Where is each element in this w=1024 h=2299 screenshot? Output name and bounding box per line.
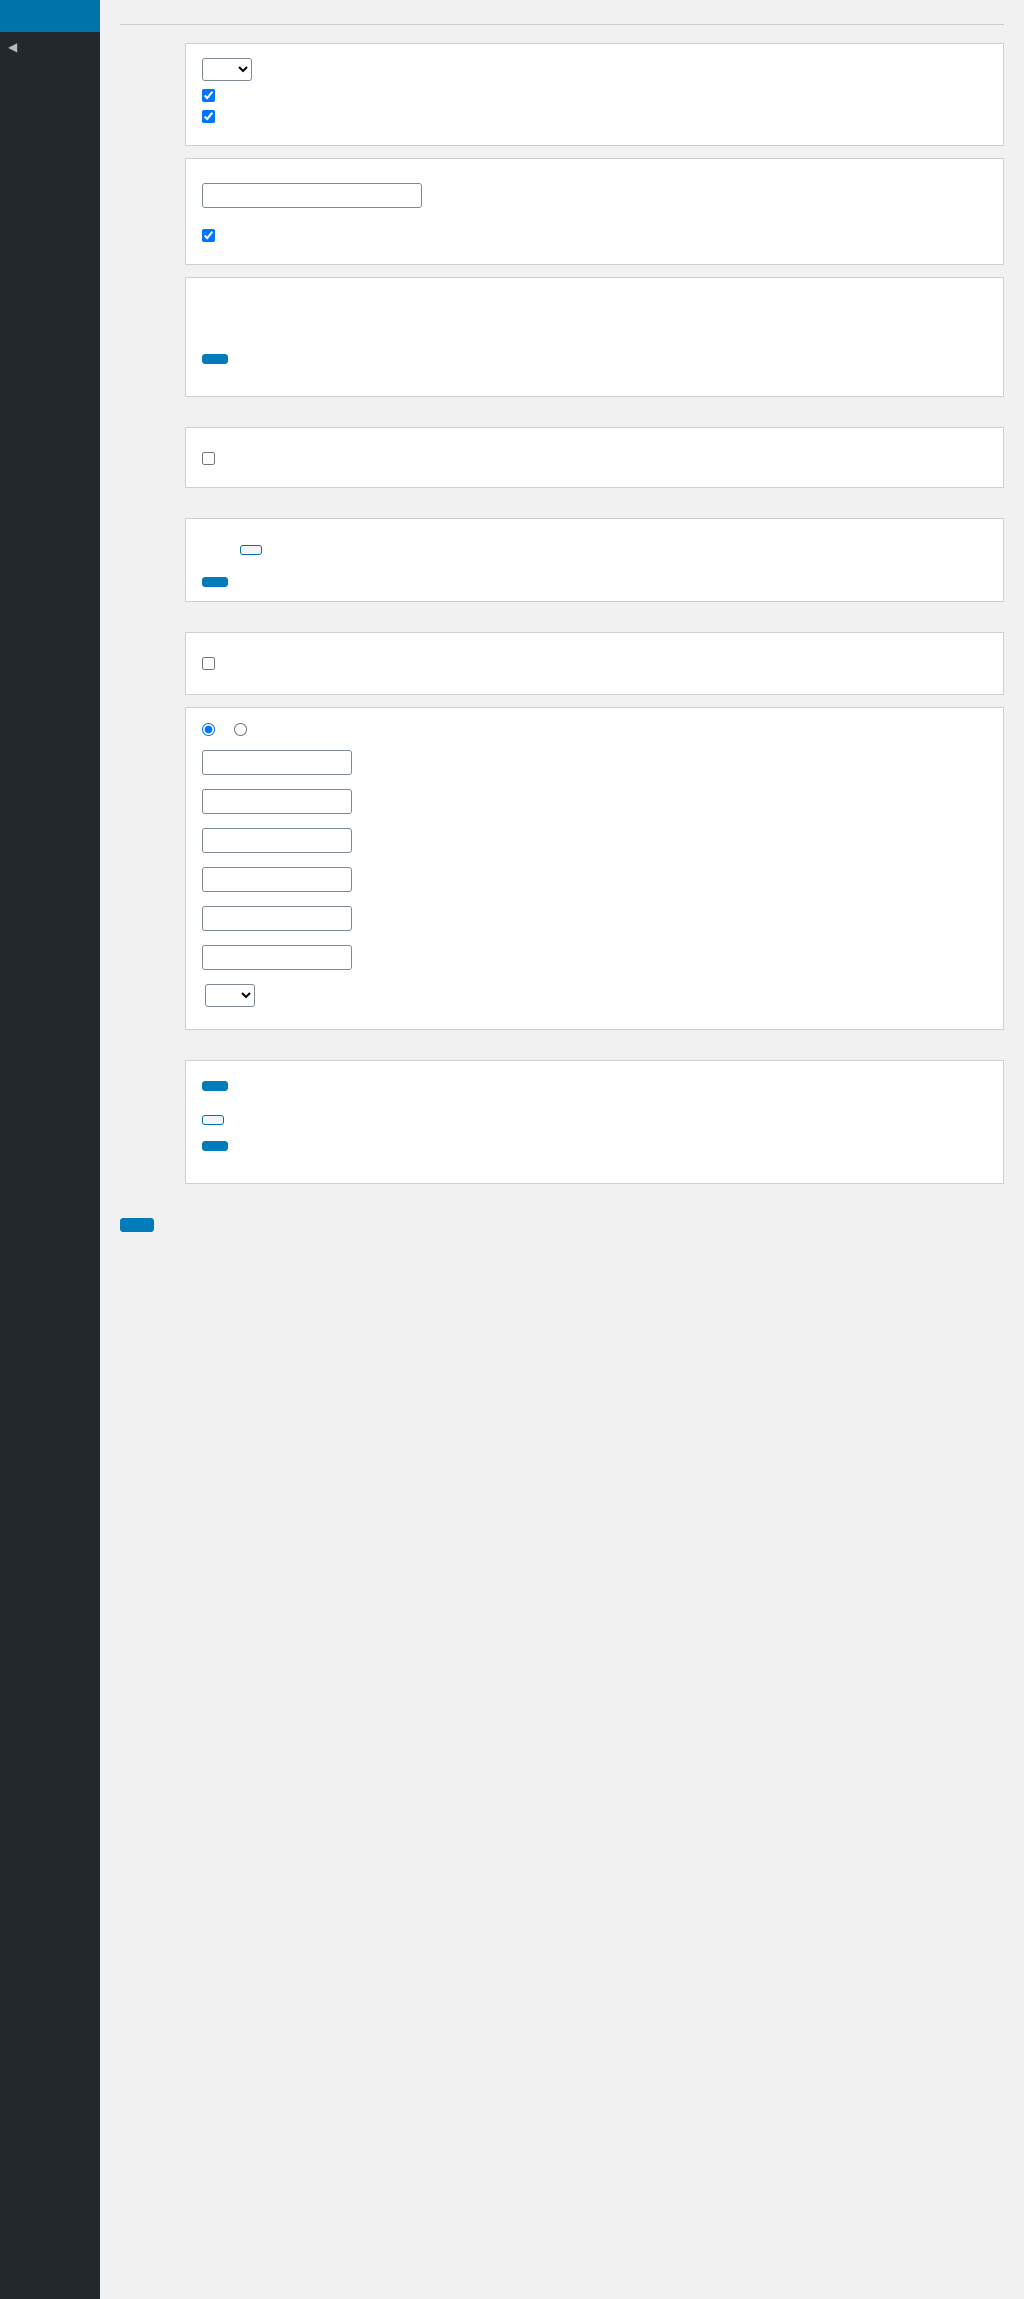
calc-size-button[interactable] <box>240 545 262 555</box>
main-content <box>100 0 1024 2299</box>
radio-no-compress[interactable] <box>202 723 215 736</box>
restore-mem-input[interactable] <box>202 906 352 931</box>
section-label-email <box>120 427 185 500</box>
panel-backup-folder <box>185 158 1004 265</box>
section-label-cleanup <box>120 518 185 614</box>
empty-button[interactable] <box>202 577 228 587</box>
panel-email <box>185 427 1004 488</box>
page-title <box>120 0 1004 24</box>
radio-compress[interactable] <box>234 723 247 736</box>
panel-cleanup <box>185 518 1004 602</box>
chunk-input[interactable] <box>202 945 352 970</box>
backup-folder-input[interactable] <box>202 183 422 208</box>
collapse-menu[interactable]: ◀ <box>0 32 100 62</box>
cb-enable-opt[interactable] <box>202 657 215 670</box>
backup-mem-input[interactable] <box>202 867 352 892</box>
cb-domain-in-name[interactable] <box>202 229 215 242</box>
section-cleanup <box>120 518 1004 614</box>
cb-calc-size[interactable] <box>202 89 215 102</box>
section-advanced <box>120 632 1004 1042</box>
panel-advanced-opt <box>185 632 1004 695</box>
exclude-input[interactable] <box>202 789 352 814</box>
retry-select[interactable] <box>205 984 255 1007</box>
section-import-export <box>120 1060 1004 1196</box>
import-button[interactable] <box>202 1141 228 1151</box>
collapse-icon: ◀ <box>8 40 17 54</box>
delete-button[interactable] <box>202 354 228 364</box>
section-label-import-export <box>120 1060 185 1196</box>
section-general <box>120 43 1004 409</box>
panel-advanced-main <box>185 707 1004 1030</box>
split-input[interactable] <box>202 750 352 775</box>
export-button[interactable] <box>202 1081 228 1091</box>
section-label-advanced <box>120 632 185 1042</box>
cb-domain-label <box>225 228 231 242</box>
php-timeout-input[interactable] <box>202 828 352 853</box>
panel-general-top <box>185 43 1004 146</box>
cb-show-tabs[interactable] <box>202 110 215 123</box>
section-label-general <box>120 43 185 409</box>
tabs <box>120 24 1004 25</box>
save-button[interactable] <box>120 1218 154 1232</box>
admin-sidebar: ◀ <box>0 0 100 2299</box>
section-email <box>120 427 1004 500</box>
cb-enable-email[interactable] <box>202 452 215 465</box>
panel-import-export <box>185 1060 1004 1184</box>
choose-file-button[interactable] <box>202 1115 224 1125</box>
sidebar-item-wpvivid[interactable] <box>0 0 100 32</box>
retain-select[interactable] <box>202 58 252 81</box>
cloud-icon <box>8 7 26 25</box>
panel-delete-old <box>185 277 1004 397</box>
